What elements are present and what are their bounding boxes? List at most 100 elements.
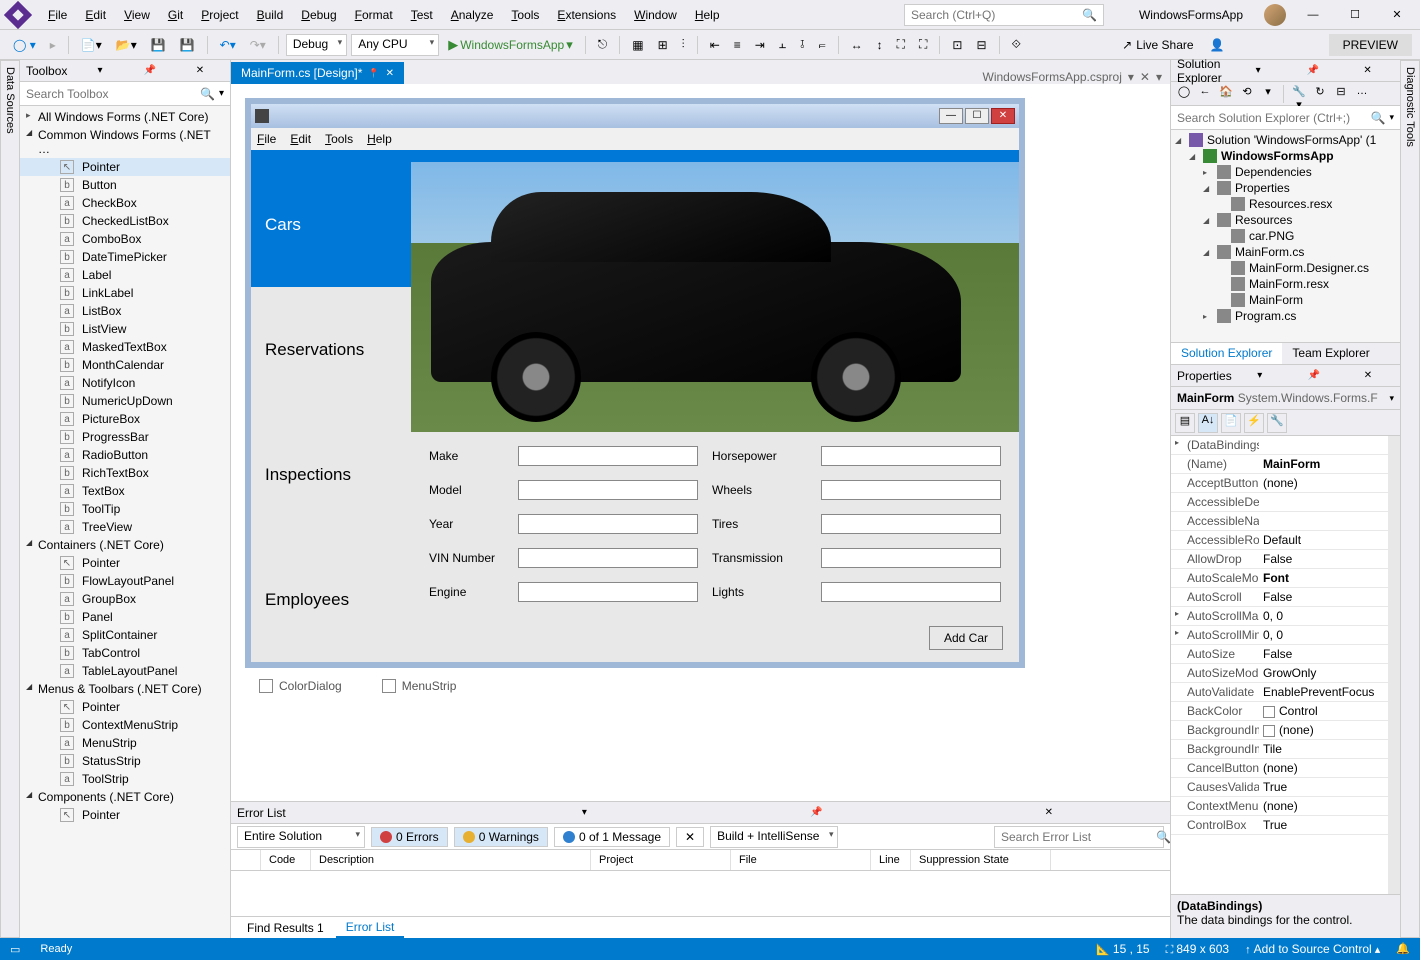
search-input[interactable] (911, 8, 1082, 22)
property-row[interactable]: CausesValidatTrue (1171, 778, 1388, 797)
menu-analyze[interactable]: Analyze (443, 4, 502, 26)
back-icon[interactable]: ← (1196, 85, 1214, 103)
solution-node[interactable]: Resources.resx (1171, 196, 1400, 212)
property-row[interactable]: AutoSizeFalse (1171, 645, 1388, 664)
property-row[interactable]: AcceptButton(none) (1171, 474, 1388, 493)
toolbox-group[interactable]: All Windows Forms (.NET Core) (20, 108, 230, 126)
toolbox-item-picturebox[interactable]: aPictureBox (20, 410, 230, 428)
config-dropdown[interactable]: Debug (286, 34, 347, 56)
field-input-horsepower[interactable] (821, 446, 1001, 466)
solution-node[interactable]: MainForm.resx (1171, 276, 1400, 292)
property-row[interactable]: AutoValidateEnablePreventFocus (1171, 683, 1388, 702)
menu-project[interactable]: Project (193, 4, 246, 26)
solution-node[interactable]: ◢Properties (1171, 180, 1400, 196)
toolbox-item-richtextbox[interactable]: bRichTextBox (20, 464, 230, 482)
live-share-button[interactable]: ↗ Live Share 👤 (1122, 38, 1224, 52)
tb-icon[interactable]: ⊟ (971, 35, 991, 55)
toolbox-item-panel[interactable]: bPanel (20, 608, 230, 626)
toolbox-item-tooltip[interactable]: bToolTip (20, 500, 230, 518)
clear-icon[interactable]: ▾ (219, 88, 224, 99)
toolbox-item-notifyicon[interactable]: aNotifyIcon (20, 374, 230, 392)
toolbox-item-pointer[interactable]: ↖Pointer (20, 806, 230, 824)
toolbox-item-treeview[interactable]: aTreeView (20, 518, 230, 536)
property-row[interactable]: AccessibleRolDefault (1171, 531, 1388, 550)
error-col-header[interactable]: Description (311, 850, 591, 870)
tb-icon[interactable]: ⊞ (653, 35, 673, 55)
error-scope-dropdown[interactable]: Entire Solution (237, 826, 365, 848)
solution-node[interactable]: car.PNG (1171, 228, 1400, 244)
field-input-transmission[interactable] (821, 548, 1001, 568)
preview-button[interactable]: PREVIEW (1329, 34, 1412, 56)
toolbox-item-textbox[interactable]: aTextBox (20, 482, 230, 500)
source-control-button[interactable]: ↑ Add to Source Control ▴ (1245, 942, 1380, 957)
doc-dropdown-icon[interactable]: ▾ (1128, 70, 1134, 84)
property-row[interactable]: ContextMenu(none) (1171, 797, 1388, 816)
close-icon[interactable]: ✕ (934, 807, 1164, 818)
menu-window[interactable]: Window (626, 4, 685, 26)
toolbox-item-pointer[interactable]: ↖Pointer (20, 554, 230, 572)
data-sources-tab[interactable]: Data Sources (0, 60, 20, 938)
align-mid-icon[interactable]: ⫱ (795, 34, 809, 55)
toolbox-item-splitcontainer[interactable]: aSplitContainer (20, 626, 230, 644)
solution-node[interactable]: MainForm.Designer.cs (1171, 260, 1400, 276)
tb-icon[interactable]: ▦ (627, 35, 648, 55)
platform-dropdown[interactable]: Any CPU (351, 34, 439, 56)
align-center-icon[interactable]: ≡ (729, 35, 746, 55)
field-input-lights[interactable] (821, 582, 1001, 602)
error-col-header[interactable]: Project (591, 850, 731, 870)
toolbox-item-progressbar[interactable]: bProgressBar (20, 428, 230, 446)
solution-search-input[interactable] (1177, 111, 1371, 125)
size-icon[interactable]: ⛶ (914, 34, 932, 55)
menu-build[interactable]: Build (249, 4, 292, 26)
error-col-header[interactable]: Code (261, 850, 311, 870)
toolbox-item-combobox[interactable]: aComboBox (20, 230, 230, 248)
errors-filter[interactable]: 0 Errors (371, 827, 448, 847)
toolbox-item-menustrip[interactable]: aMenuStrip (20, 734, 230, 752)
dropdown-icon[interactable]: ▾ (1389, 112, 1394, 123)
property-row[interactable]: AutoSizeModGrowOnly (1171, 664, 1388, 683)
align-bot-icon[interactable]: ⫭ (814, 34, 831, 55)
menu-edit[interactable]: Edit (77, 4, 114, 26)
toolbox-item-contextmenustrip[interactable]: bContextMenuStrip (20, 716, 230, 734)
minimize-button[interactable]: — (1298, 9, 1328, 21)
property-row[interactable]: AutoScrollMin0, 0 (1171, 626, 1388, 645)
property-row[interactable]: (Name)MainForm (1171, 455, 1388, 474)
toolbox-item-tabcontrol[interactable]: bTabControl (20, 644, 230, 662)
menu-test[interactable]: Test (403, 4, 441, 26)
toolbox-item-button[interactable]: bButton (20, 176, 230, 194)
toolbox-item-linklabel[interactable]: bLinkLabel (20, 284, 230, 302)
new-item-button[interactable]: 📄▾ (76, 35, 107, 55)
panel-dropdown-icon[interactable]: ▾ (1232, 65, 1285, 76)
field-input-make[interactable] (518, 446, 698, 466)
property-row[interactable]: BackColorControl (1171, 702, 1388, 721)
field-input-year[interactable] (518, 514, 698, 534)
document-tab[interactable]: MainForm.cs [Design]* 📍 ✕ (231, 62, 404, 84)
nav-fwd-button[interactable]: ▸ (45, 35, 61, 55)
start-button[interactable]: ▶ WindowsFormsApp ▾ (443, 34, 578, 56)
property-row[interactable]: CancelButton(none) (1171, 759, 1388, 778)
property-row[interactable]: BackgroundImTile (1171, 740, 1388, 759)
size-icon[interactable]: ⛶ (892, 34, 910, 55)
close-icon[interactable]: ✕ (176, 65, 224, 76)
form-menu-item[interactable]: Tools (325, 132, 353, 146)
close-icon[interactable]: ✕ (386, 68, 394, 79)
error-col-header[interactable]: File (731, 850, 871, 870)
solution-node[interactable]: MainForm (1171, 292, 1400, 308)
diagnostic-tools-tab[interactable]: Diagnostic Tools (1400, 60, 1420, 938)
toolbox-item-monthcalendar[interactable]: bMonthCalendar (20, 356, 230, 374)
property-row[interactable]: AutoScrollFalse (1171, 588, 1388, 607)
show-all-icon[interactable]: ▾ (1259, 85, 1277, 103)
toolbox-group[interactable]: Containers (.NET Core) (20, 536, 230, 554)
close-icon[interactable]: ✕ (1341, 65, 1394, 76)
sidebar-item-reservations[interactable]: Reservations (251, 287, 411, 412)
error-col-header[interactable]: Suppression State (911, 850, 1051, 870)
menu-file[interactable]: File (40, 4, 75, 26)
solution-node[interactable]: ◢Solution 'WindowsFormsApp' (1 (1171, 132, 1400, 148)
panel-dropdown-icon[interactable]: ▾ (76, 65, 124, 76)
pin-icon[interactable]: 📌 (702, 807, 932, 818)
tb-icon[interactable]: ⫶ (677, 34, 690, 55)
form-menu-item[interactable]: File (257, 132, 276, 146)
toolbox-group[interactable]: Common Windows Forms (.NET … (20, 126, 230, 158)
nav-back-button[interactable]: ◯ ▾ (8, 35, 41, 55)
maximize-button[interactable]: ☐ (1340, 8, 1370, 21)
